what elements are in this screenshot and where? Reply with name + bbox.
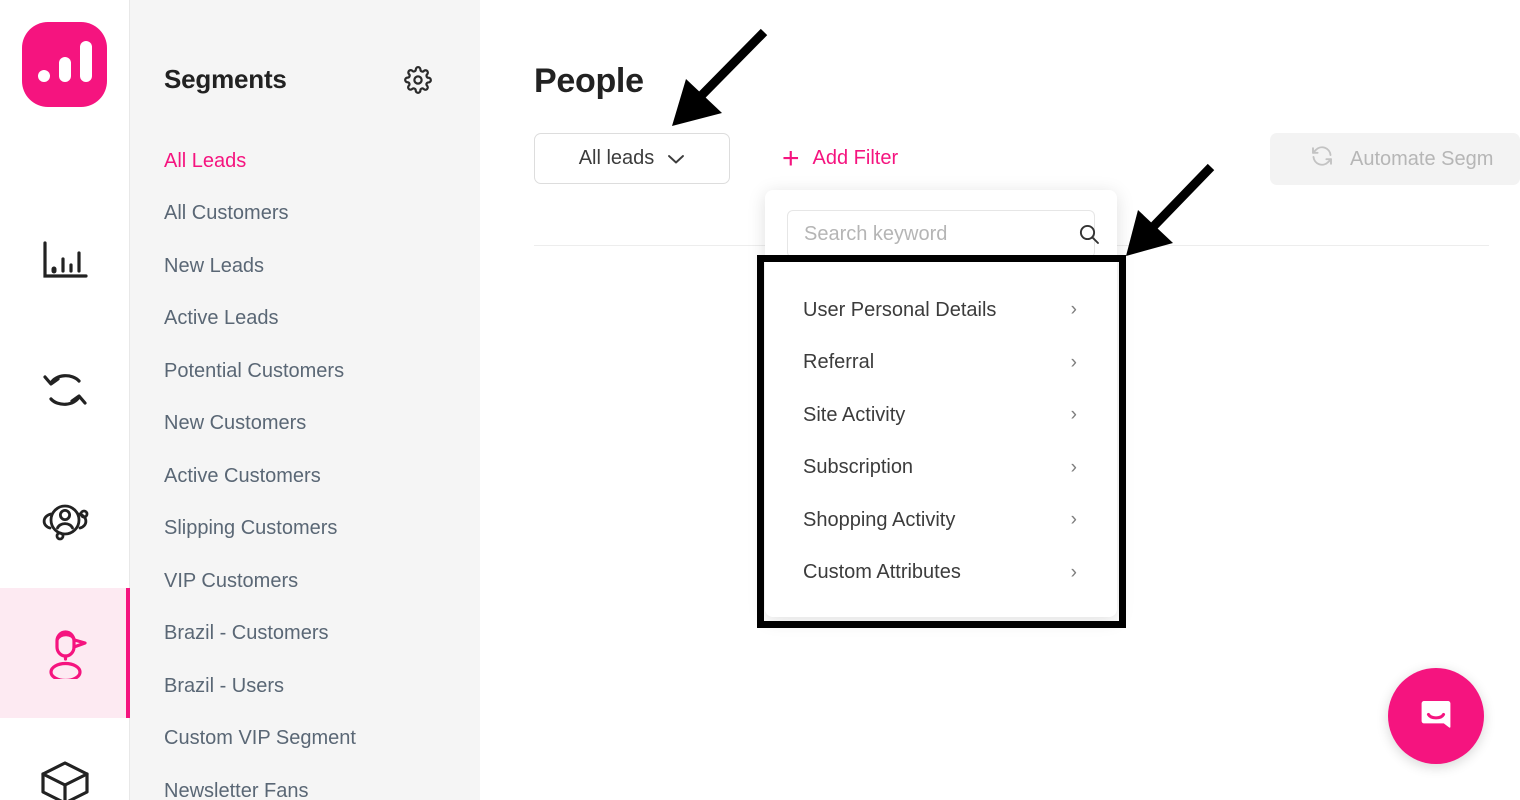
app-window: Segments All Leads All Customers New Lea… bbox=[0, 0, 1520, 800]
logo-bar-2 bbox=[58, 57, 71, 82]
filter-category-custom-attributes[interactable]: Custom Attributes › bbox=[787, 547, 1095, 600]
segment-item-brazil-users[interactable]: Brazil - Users bbox=[130, 660, 480, 713]
filter-category-label: Custom Attributes bbox=[803, 561, 961, 584]
chevron-right-icon: › bbox=[1070, 561, 1077, 583]
rail-item-products[interactable] bbox=[0, 718, 130, 800]
chevron-right-icon: › bbox=[1070, 509, 1077, 531]
filter-search-box[interactable] bbox=[787, 210, 1099, 258]
segment-item-vip-customers[interactable]: VIP Customers bbox=[130, 555, 480, 608]
rail-item-automation[interactable] bbox=[0, 325, 130, 455]
filter-dropdown-panel: User Personal Details › Referral › Site … bbox=[765, 190, 1117, 617]
logo-bar-1 bbox=[37, 70, 50, 82]
segments-title: Segments bbox=[164, 64, 287, 94]
person-explorer-icon bbox=[41, 627, 89, 679]
rail-item-analytics[interactable] bbox=[0, 195, 130, 325]
plus-icon: + bbox=[782, 141, 800, 175]
segment-item-slipping-customers[interactable]: Slipping Customers bbox=[130, 503, 480, 556]
filter-category-user-personal-details[interactable]: User Personal Details › bbox=[787, 284, 1095, 337]
segment-item-all-customers[interactable]: All Customers bbox=[130, 188, 480, 241]
bar-chart-icon bbox=[42, 240, 88, 280]
filter-category-referral[interactable]: Referral › bbox=[787, 337, 1095, 390]
segment-select-dropdown[interactable]: All leads bbox=[534, 133, 730, 184]
search-icon[interactable] bbox=[1077, 222, 1101, 246]
chevron-right-icon: › bbox=[1070, 456, 1077, 478]
page-title: People bbox=[534, 62, 644, 100]
segment-item-newsletter-fans[interactable]: Newsletter Fans bbox=[130, 765, 480, 800]
chat-bubble-icon bbox=[1412, 690, 1460, 743]
filter-category-label: Shopping Activity bbox=[803, 508, 956, 531]
segment-item-active-customers[interactable]: Active Customers bbox=[130, 450, 480, 503]
segment-item-new-customers[interactable]: New Customers bbox=[130, 398, 480, 451]
cube-box-icon bbox=[39, 759, 91, 800]
filter-category-label: Subscription bbox=[803, 456, 914, 479]
automate-segment-button[interactable]: Automate Segm bbox=[1270, 133, 1520, 185]
audience-network-icon bbox=[39, 498, 91, 542]
segment-list: All Leads All Customers New Leads Active… bbox=[130, 135, 480, 800]
add-filter-label: Add Filter bbox=[812, 147, 899, 169]
gear-icon[interactable] bbox=[404, 65, 432, 94]
filter-category-shopping-activity[interactable]: Shopping Activity › bbox=[787, 494, 1095, 547]
intercom-launcher-button[interactable] bbox=[1388, 668, 1484, 764]
add-filter-button[interactable]: + Add Filter bbox=[782, 141, 899, 175]
app-logo[interactable] bbox=[22, 22, 107, 107]
rail-item-people[interactable] bbox=[0, 588, 130, 718]
chevron-right-icon: › bbox=[1070, 351, 1077, 373]
filters-toolbar: All leads + Add Filter bbox=[534, 133, 898, 184]
search-input[interactable] bbox=[804, 222, 1069, 246]
logo-bar-3 bbox=[79, 41, 92, 82]
segment-select-value: All leads bbox=[578, 147, 655, 169]
main-content: People All leads + Add Filter Automate S… bbox=[480, 0, 1520, 800]
sync-arrows-icon bbox=[41, 369, 89, 411]
segment-item-new-leads[interactable]: New Leads bbox=[130, 240, 480, 293]
segments-header: Segments bbox=[130, 0, 480, 95]
filter-category-subscription[interactable]: Subscription › bbox=[787, 442, 1095, 495]
refresh-icon bbox=[1310, 144, 1334, 174]
filter-category-label: User Personal Details bbox=[803, 298, 997, 321]
segments-sidebar: Segments All Leads All Customers New Lea… bbox=[130, 0, 480, 800]
segment-item-brazil-customers[interactable]: Brazil - Customers bbox=[130, 608, 480, 661]
filter-category-site-activity[interactable]: Site Activity › bbox=[787, 389, 1095, 442]
filter-category-label: Referral bbox=[803, 351, 875, 374]
filter-category-label: Site Activity bbox=[803, 403, 906, 426]
segment-item-active-leads[interactable]: Active Leads bbox=[130, 293, 480, 346]
automate-segment-label: Automate Segm bbox=[1350, 147, 1494, 170]
segment-item-potential-customers[interactable]: Potential Customers bbox=[130, 345, 480, 398]
segment-item-all-leads[interactable]: All Leads bbox=[130, 135, 480, 188]
rail-item-audience[interactable] bbox=[0, 455, 130, 585]
chevron-down-icon bbox=[667, 153, 685, 165]
chevron-right-icon: › bbox=[1070, 404, 1077, 426]
segment-item-custom-vip-segment[interactable]: Custom VIP Segment bbox=[130, 713, 480, 766]
filter-category-list: User Personal Details › Referral › Site … bbox=[787, 284, 1095, 599]
chevron-right-icon: › bbox=[1070, 299, 1077, 321]
primary-icon-rail bbox=[0, 0, 130, 800]
